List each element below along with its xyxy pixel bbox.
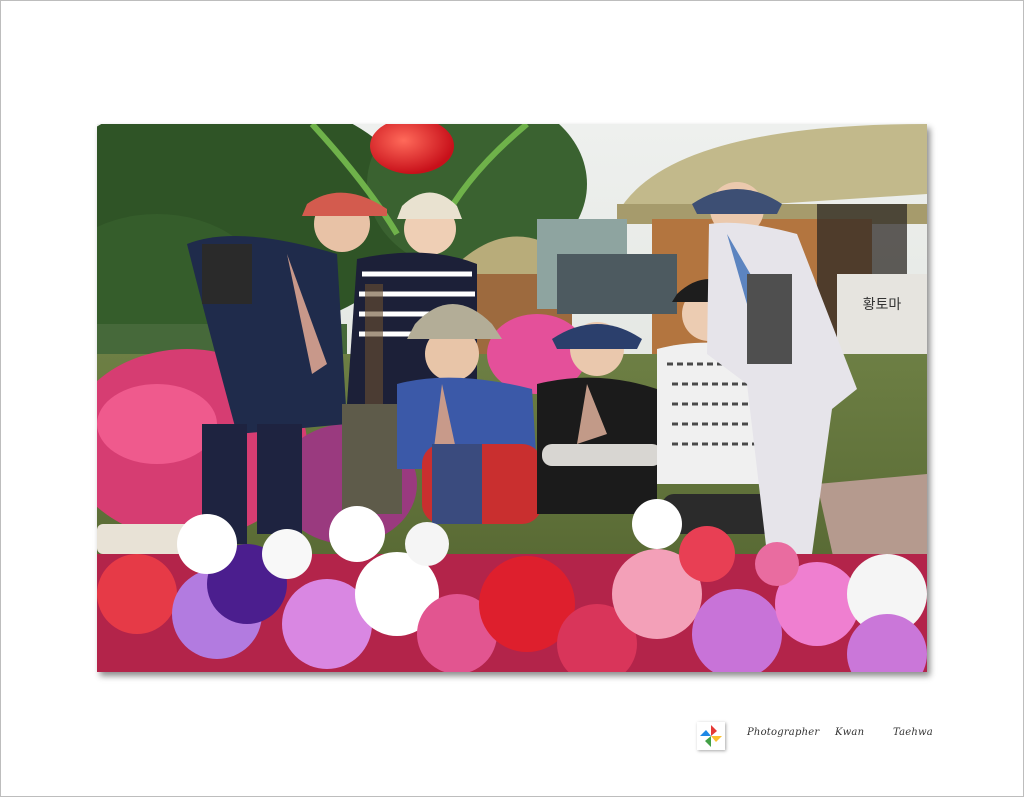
sign-text: 황토마 — [863, 297, 902, 313]
photo-illustration: 황토마 — [97, 124, 927, 672]
signature-word-photographer: Photographer — [747, 727, 820, 738]
signature-word-taehwa: Taehwa — [893, 727, 933, 738]
photographer-signature: Photographer Kwan Taehwa — [697, 722, 947, 752]
signature-word-kwan: Kwan — [835, 727, 865, 738]
pinwheel-logo-icon — [697, 722, 725, 750]
photo: 황토마 — [97, 124, 927, 672]
